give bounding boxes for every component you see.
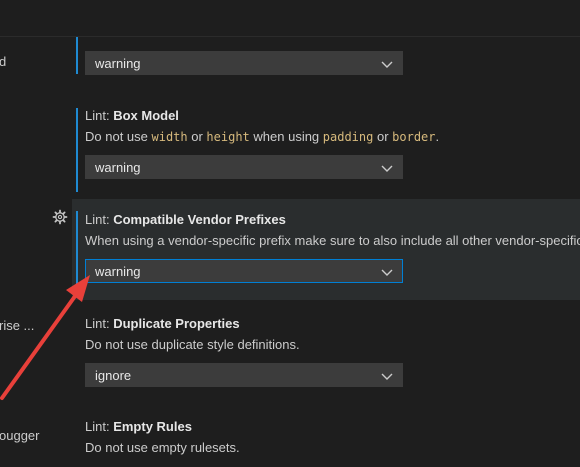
toc-item-2[interactable]: rise ... <box>0 318 34 333</box>
setting-title: Lint: Compatible Vendor Prefixes <box>85 212 286 227</box>
setting-title: Lint: Box Model <box>85 108 179 123</box>
settings-editor: d rise ... ougger warning Lint: Box Mode… <box>0 0 580 467</box>
setting-compatible-vendor-prefixes: Lint: Compatible Vendor Prefixes When us… <box>72 199 580 300</box>
setting-description: When using a vendor-specific prefix make… <box>85 233 580 248</box>
setting-empty-rules: Lint: Empty Rules Do not use empty rules… <box>72 405 580 467</box>
box-model-select[interactable]: warning <box>85 155 403 179</box>
compatible-vendor-prefixes-select[interactable]: warning <box>85 259 403 283</box>
setting-description: Do not use duplicate style definitions. <box>85 337 300 352</box>
modified-indicator <box>76 108 78 192</box>
setting-previous-select[interactable]: warning <box>85 51 403 75</box>
setting-title: Lint: Duplicate Properties <box>85 316 240 331</box>
gear-icon[interactable] <box>52 209 68 225</box>
setting-duplicate-properties: Lint: Duplicate Properties Do not use du… <box>72 301 580 405</box>
setting-previous: warning <box>72 37 580 97</box>
modified-indicator <box>76 37 78 74</box>
toc-item-1[interactable]: d <box>0 54 6 69</box>
chevron-down-icon <box>381 165 393 172</box>
chevron-down-icon <box>381 61 393 68</box>
select-value: warning <box>95 160 141 175</box>
select-value: warning <box>95 264 141 279</box>
setting-box-model: Lint: Box Model Do not use width or heig… <box>72 97 580 197</box>
setting-description: Do not use width or height when using pa… <box>85 129 440 144</box>
settings-toc: d rise ... ougger <box>0 37 72 467</box>
modified-indicator <box>76 211 78 295</box>
select-value: warning <box>95 56 141 71</box>
toc-item-3[interactable]: ougger <box>0 428 39 443</box>
chevron-down-icon <box>381 373 393 380</box>
chevron-down-icon <box>381 269 393 276</box>
setting-description: Do not use empty rulesets. <box>85 440 240 455</box>
settings-header <box>0 0 580 37</box>
duplicate-properties-select[interactable]: ignore <box>85 363 403 387</box>
select-value: ignore <box>95 368 132 383</box>
setting-title: Lint: Empty Rules <box>85 419 192 434</box>
